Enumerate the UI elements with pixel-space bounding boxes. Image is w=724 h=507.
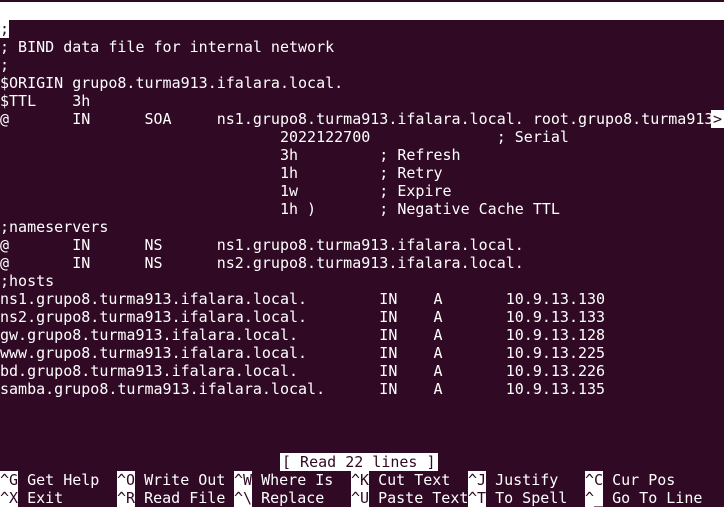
- shortcut-label: Go To Line: [612, 489, 703, 507]
- status-message: [ Read 22 lines ]: [280, 453, 438, 471]
- shortcut-bar-row-1: ^G Get Help ^O Write Out ^W Where Is ^K …: [0, 471, 724, 489]
- shortcut-read-file[interactable]: ^R Read File: [117, 489, 225, 507]
- shortcut-replace[interactable]: ^\ Replace: [234, 489, 324, 507]
- file-line-20[interactable]: bd.grupo8.turma913.ifalara.local. IN A 1…: [0, 362, 605, 380]
- shortcut-label: Cut Text: [378, 471, 451, 489]
- shortcut-key: ^U: [351, 489, 370, 507]
- file-line-21[interactable]: samba.grupo8.turma913.ifalara.local. IN …: [0, 380, 605, 398]
- shortcut-exit[interactable]: ^X Exit: [0, 489, 63, 507]
- file-line-4[interactable]: $ORIGIN grupo8.turma913.ifalara.local.: [0, 74, 343, 92]
- shortcut-key: ^K: [351, 471, 370, 489]
- text-cursor: ;: [0, 20, 10, 38]
- file-line-6[interactable]: @ IN SOA ns1.grupo8.turma913.ifalara.loc…: [0, 110, 713, 128]
- shortcut-key: ^X: [0, 489, 19, 507]
- file-line-3[interactable]: ;: [0, 56, 9, 74]
- file-line-16[interactable]: ns1.grupo8.turma913.ifalara.local. IN A …: [0, 290, 605, 308]
- file-line-13[interactable]: @ IN NS ns1.grupo8.turma913.ifalara.loca…: [0, 236, 524, 254]
- shortcut-label: Get Help: [27, 471, 100, 489]
- file-line-11[interactable]: 1h ) ; Negative Cache TTL: [0, 200, 560, 218]
- shortcut-label: Write Out: [144, 471, 226, 489]
- nano-title-bar: GNU nano 4.8 grupo8.turma913.ifalara.loc…: [0, 2, 724, 56]
- file-line-12[interactable]: ;nameservers: [0, 218, 108, 236]
- file-line-17[interactable]: ns2.grupo8.turma913.ifalara.local. IN A …: [0, 308, 605, 326]
- shortcut-label: Justify: [495, 471, 559, 489]
- file-line-19[interactable]: www.grupo8.turma913.ifalara.local. IN A …: [0, 344, 605, 362]
- shortcut-key: ^C: [585, 471, 604, 489]
- shortcut-label: Paste Text: [378, 489, 469, 507]
- file-line-8[interactable]: 3h ; Refresh: [0, 146, 461, 164]
- shortcut-justify[interactable]: ^J Justify: [468, 471, 558, 489]
- shortcut-get-help[interactable]: ^G Get Help: [0, 471, 99, 489]
- shortcut-label: To Spell: [495, 489, 568, 507]
- file-line-14[interactable]: @ IN NS ns2.grupo8.turma913.ifalara.loca…: [0, 254, 524, 272]
- shortcut-go-to-line[interactable]: ^_ Go To Line: [585, 489, 702, 507]
- shortcut-key: ^R: [117, 489, 136, 507]
- shortcut-key: ^O: [117, 471, 136, 489]
- file-line-7[interactable]: 2022122700 ; Serial: [0, 128, 569, 146]
- line-overflow-marker: >: [711, 110, 724, 128]
- file-line-18[interactable]: gw.grupo8.turma913.ifalara.local. IN A 1…: [0, 326, 605, 344]
- shortcut-key: ^W: [234, 471, 253, 489]
- shortcut-key: ^J: [468, 471, 487, 489]
- shortcut-to-spell[interactable]: ^T To Spell: [468, 489, 567, 507]
- shortcut-key: ^T: [468, 489, 487, 507]
- file-line-2[interactable]: ; BIND data file for internal network: [0, 38, 334, 56]
- shortcut-key: ^_: [585, 489, 604, 507]
- shortcut-label: Where Is: [261, 471, 334, 489]
- shortcut-label: Replace: [261, 489, 325, 507]
- shortcut-label: Cur Pos: [612, 471, 676, 489]
- file-line-10[interactable]: 1w ; Expire: [0, 182, 452, 200]
- shortcut-cut-text[interactable]: ^K Cut Text: [351, 471, 450, 489]
- file-line-15[interactable]: ;hosts: [0, 272, 54, 290]
- file-line-1[interactable]: ;: [0, 20, 10, 38]
- shortcut-write-out[interactable]: ^O Write Out: [117, 471, 225, 489]
- file-line-9[interactable]: 1h ; Retry: [0, 164, 443, 182]
- terminal-window: GNU nano 4.8 grupo8.turma913.ifalara.loc…: [0, 0, 724, 507]
- shortcut-paste-text[interactable]: ^U Paste Text: [351, 489, 468, 507]
- shortcut-key: ^\: [234, 489, 253, 507]
- file-line-5[interactable]: $TTL 3h: [0, 92, 90, 110]
- shortcut-label: Read File: [144, 489, 226, 507]
- shortcut-where-is[interactable]: ^W Where Is: [234, 471, 333, 489]
- shortcut-cur-pos[interactable]: ^C Cur Pos: [585, 471, 675, 489]
- shortcut-key: ^G: [0, 471, 19, 489]
- shortcut-label: Exit: [27, 489, 64, 507]
- app-version: GNU nano 4.8: [19, 20, 128, 38]
- shortcut-bar-row-2: ^X Exit ^R Read File ^\ Replace ^U Paste…: [0, 489, 724, 507]
